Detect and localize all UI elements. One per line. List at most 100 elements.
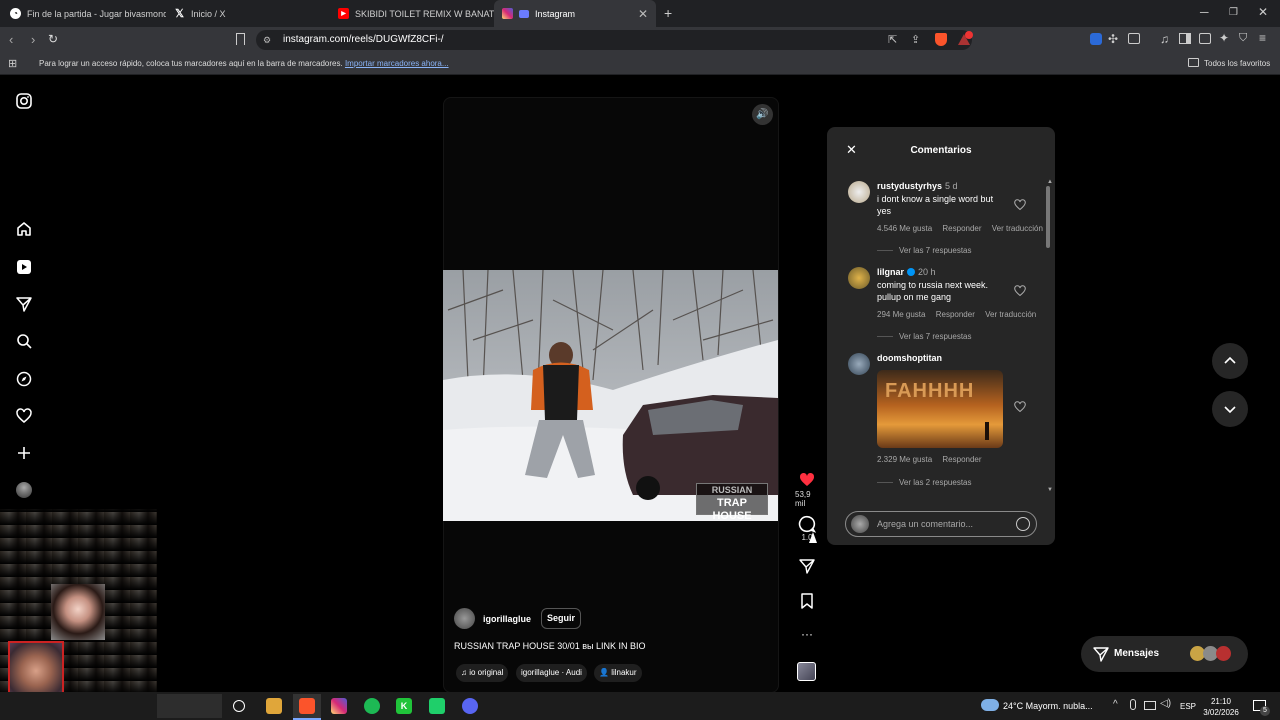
reels-icon[interactable] [14,257,34,277]
share-icon[interactable]: ⇪ [911,33,920,46]
tab-game[interactable]: ◔ Fin de la partida - Jugar bivasmonda! [2,0,166,27]
comment-likes[interactable]: 294 Me gusta [877,310,925,319]
explore-compass-icon[interactable] [14,369,34,389]
cortana-icon[interactable] [233,700,245,712]
comment-username[interactable]: doomshoptitan [877,353,942,363]
profile-avatar[interactable] [14,480,34,500]
sidebar-toggle-icon[interactable] [1179,33,1191,44]
like-count: 53,9 mil [795,490,811,508]
close-window-icon[interactable]: ✕ [1258,5,1268,19]
tab-youtube[interactable]: ▶ SKIBIDI TOILET REMIX W BANATROLL [330,0,494,27]
translate-button[interactable]: Ver traducción [985,310,1036,319]
translate-button[interactable]: Ver traducción [992,224,1043,233]
home-icon[interactable] [14,219,34,239]
tray-chevron-icon[interactable]: ^ [1113,699,1118,710]
audio-chip[interactable]: ♫ io original [456,664,509,682]
comment-likes[interactable]: 4.546 Me gusta [877,224,932,233]
view-replies-button[interactable]: Ver las 2 respuestas [877,478,971,487]
all-favorites-button[interactable]: Todos los favoritos [1204,59,1270,68]
menu-icon[interactable]: ≡ [1259,31,1266,45]
minimize-icon[interactable]: ─ [1200,5,1209,19]
leo-ai-icon[interactable]: ✦ [1219,31,1229,45]
brave-shields-icon[interactable] [935,33,947,46]
import-bookmarks-link[interactable]: Importar marcadores ahora... [345,59,449,68]
previous-reel-button[interactable] [1212,343,1248,379]
messages-button[interactable]: Mensajes [1081,636,1248,672]
restore-icon[interactable]: ❐ [1229,7,1238,18]
close-tab-icon[interactable]: ✕ [638,7,648,21]
comment-image[interactable]: FAHHHH [877,370,1003,448]
instagram-logo-icon[interactable] [14,91,34,111]
volume-icon[interactable]: 🔊 [752,104,773,125]
open-external-icon[interactable]: ⇱ [888,33,897,46]
audio-thumbnail[interactable] [797,662,816,681]
site-info-icon[interactable]: ⚙ [263,35,271,46]
discord-green-taskbar-icon[interactable] [429,698,445,714]
kick-taskbar-icon[interactable]: K [396,698,412,714]
tagged-user-chip[interactable]: 👤 lilnakur [594,664,642,682]
create-plus-icon[interactable] [14,443,34,463]
commenter-avatar[interactable] [848,181,870,203]
forward-icon[interactable]: › [31,32,35,47]
microphone-icon[interactable] [1130,699,1136,710]
extension-icon[interactable] [1090,33,1102,45]
file-explorer-icon[interactable] [266,698,282,714]
weather-text[interactable]: 24°C Mayorm. nubla... [1003,701,1093,711]
comment-like-icon[interactable] [1014,199,1026,211]
reel-video[interactable]: RUSSIAN TRAP HOUSE [443,270,778,521]
reply-button[interactable]: Responder [936,310,975,319]
comment-item: lilgnar 20 h coming to russia next week. … [848,267,1038,347]
new-tab-button[interactable]: + [664,5,672,21]
heart-filled-icon [799,472,815,486]
share-button[interactable] [795,558,819,574]
taskbar-search[interactable] [157,694,222,718]
view-replies-button[interactable]: Ver las 7 respuestas [877,246,971,255]
tab-x[interactable]: 𝕏 Inicio / X [166,0,330,27]
like-button[interactable]: 53,9 mil [795,472,819,508]
notifications-heart-icon[interactable] [14,406,34,426]
brave-taskbar-icon[interactable] [299,698,315,714]
clock[interactable]: 21:10 3/02/2026 [1203,696,1239,718]
commenter-avatar[interactable] [848,267,870,289]
comment-like-icon[interactable] [1014,401,1026,413]
author-avatar[interactable] [454,608,475,629]
comment-input[interactable]: Agrega un comentario... [845,511,1037,537]
extensions-puzzle-icon[interactable]: ✣ [1108,32,1118,46]
audio-author-chip[interactable]: igorillaglue · Audi [516,664,587,682]
reply-button[interactable]: Responder [942,455,981,464]
game-favicon-icon: ◔ [10,8,21,19]
language-indicator[interactable]: ESP [1180,702,1196,711]
comment-username[interactable]: lilgnar 20 h [877,267,936,277]
comment-username[interactable]: rustydustyrhys 5 d [877,181,958,191]
tab-instagram[interactable]: Instagram ✕ [494,0,656,27]
save-button[interactable] [795,593,819,609]
vpn-shield-icon[interactable]: ⛉ [1239,32,1247,45]
follow-button[interactable]: Seguir [541,608,582,629]
search-icon[interactable] [14,331,34,351]
url-text[interactable]: instagram.com/reels/DUGWfZ8CFi-/ [283,34,444,45]
messages-icon[interactable] [14,294,34,314]
spotify-taskbar-icon[interactable] [364,698,380,714]
music-note-icon: ♫ [461,668,470,677]
emoji-icon[interactable] [1016,517,1030,531]
back-icon[interactable]: ‹ [9,32,13,47]
discord-taskbar-icon[interactable] [462,698,478,714]
bookmark-page-icon[interactable] [236,33,245,45]
view-replies-button[interactable]: Ver las 7 respuestas [877,332,971,341]
volume-tray-icon[interactable]: ◁) [1160,698,1171,709]
author-username[interactable]: igorillaglue [483,614,531,624]
apps-grid-icon[interactable]: ⊞ [8,57,17,70]
wallet-box-icon[interactable] [1128,33,1140,44]
media-music-icon[interactable]: ♫ [1160,32,1169,46]
instagram-taskbar-icon[interactable] [331,698,347,714]
commenter-avatar[interactable] [848,353,870,375]
network-icon[interactable] [1144,701,1156,710]
next-reel-button[interactable] [1212,391,1248,427]
reload-icon[interactable]: ↻ [48,32,58,46]
mouse-cursor [809,532,817,543]
reply-button[interactable]: Responder [942,224,981,233]
comment-like-icon[interactable] [1014,285,1026,297]
more-options-icon[interactable]: ··· [795,627,819,641]
wallet-icon[interactable] [1199,33,1211,44]
comment-likes[interactable]: 2.329 Me gusta [877,455,932,464]
